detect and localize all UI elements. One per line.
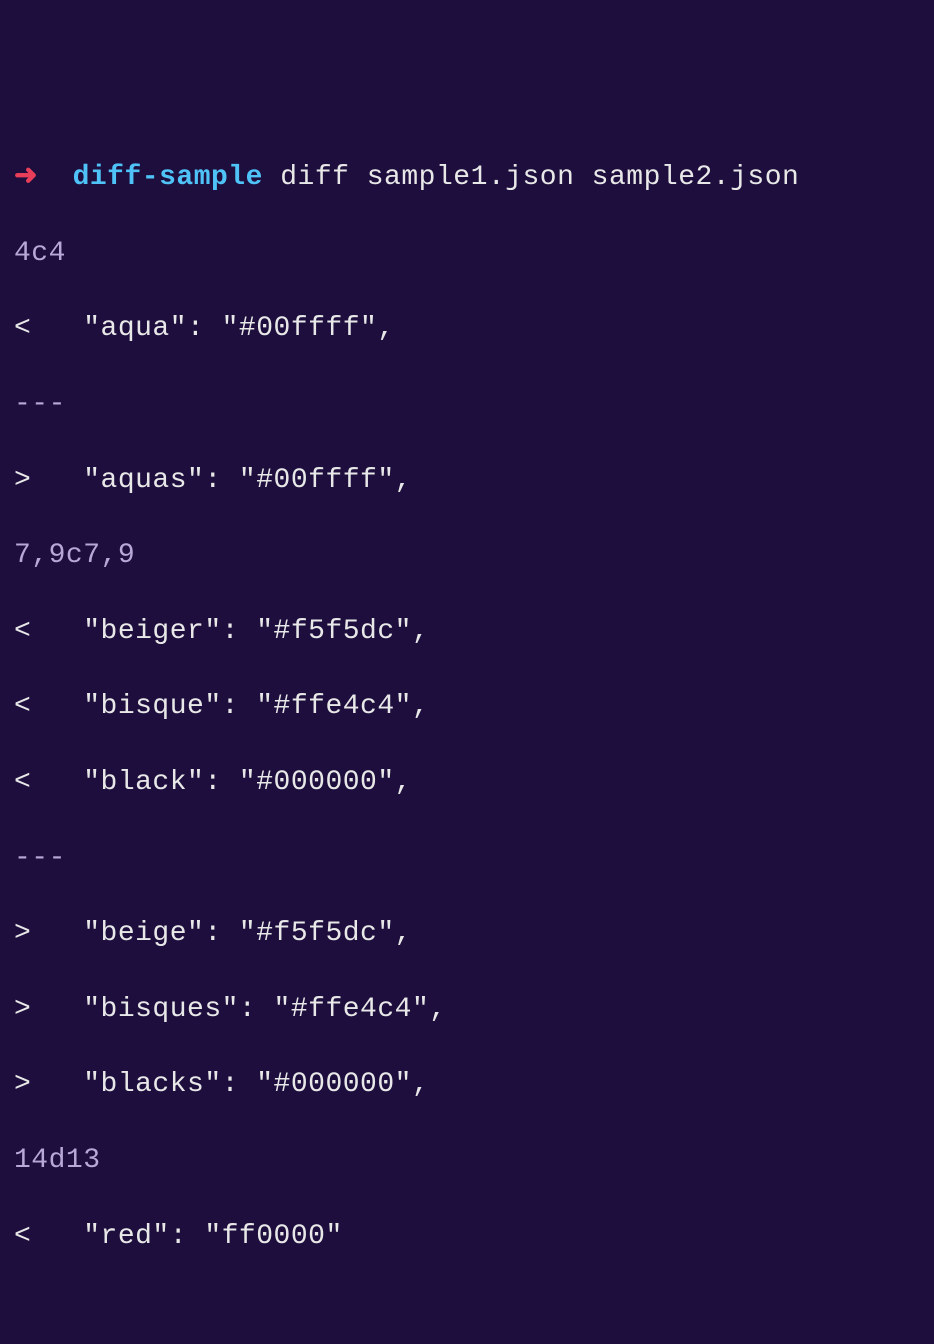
diff-output-line: 14d13 [14,1142,920,1180]
diff-output-line: --- [14,840,920,878]
prompt-directory: diff-sample [73,162,263,193]
prompt-arrow-icon: ➜ [14,162,38,193]
diff-output-line: --- [14,386,920,424]
command-text: diff sample1.json sample2.json [280,162,799,193]
diff-output-line: < "black": "#000000", [14,764,920,802]
diff-output-line: < "bisque": "#ffe4c4", [14,688,920,726]
diff-output-line: > "aquas": "#00ffff", [14,462,920,500]
diff-output-line: 4c4 [14,235,920,273]
diff-output-line: > "beige": "#f5f5dc", [14,915,920,953]
terminal-prompt-line[interactable]: ➜ diff-sample diff sample1.json sample2.… [14,159,920,197]
diff-output-line: > "blacks": "#000000", [14,1066,920,1104]
diff-output-line: < "beiger": "#f5f5dc", [14,613,920,651]
diff-output-line: < "aqua": "#00ffff", [14,310,920,348]
diff-output-line: > "bisques": "#ffe4c4", [14,991,920,1029]
diff-output-line: 7,9c7,9 [14,537,920,575]
diff-output-line: < "red": "ff0000" [14,1218,920,1256]
